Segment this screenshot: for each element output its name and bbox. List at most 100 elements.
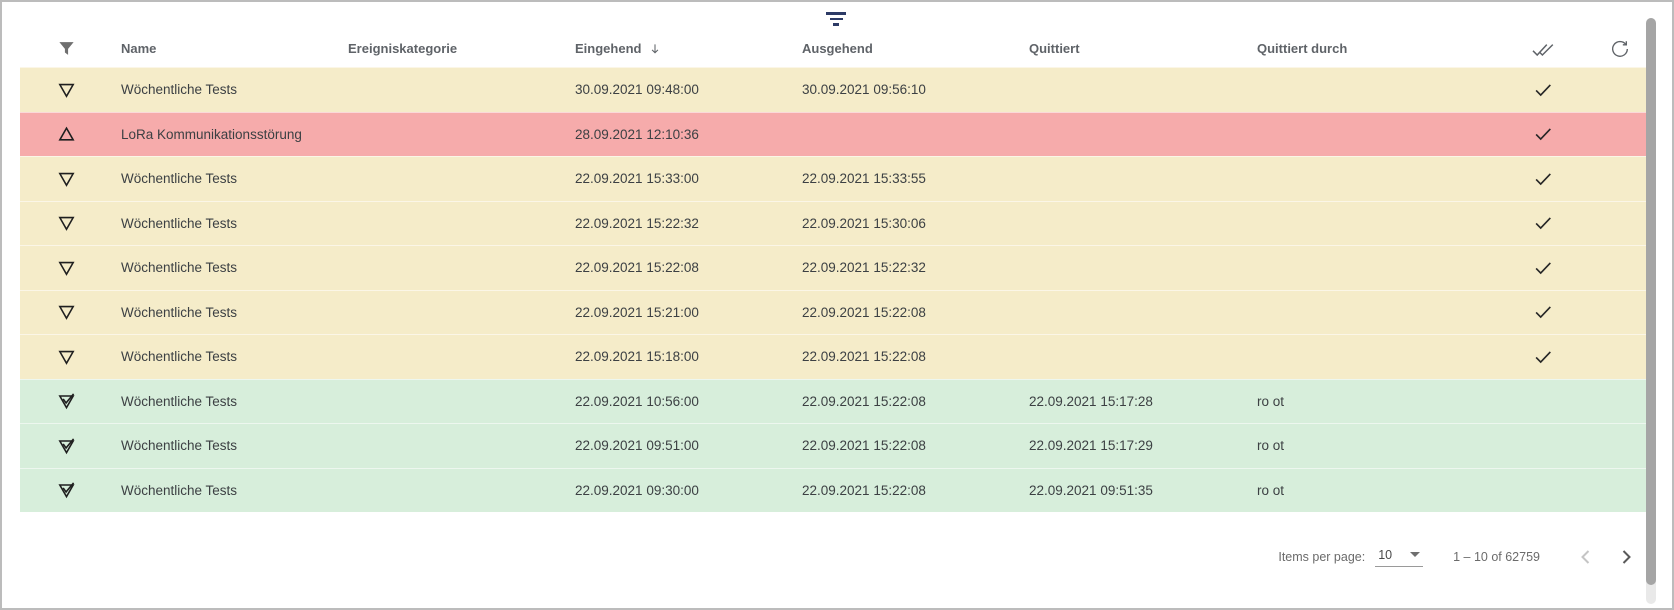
- acknowledge-check-icon[interactable]: [1532, 257, 1554, 279]
- header-filter-cell: [20, 39, 112, 58]
- cell-incoming: 22.09.2021 09:30:00: [566, 483, 793, 498]
- cell-outgoing: 22.09.2021 15:22:08: [793, 305, 1020, 320]
- ack-action-cell: [1498, 346, 1588, 368]
- cell-outgoing: 22.09.2021 15:22:08: [793, 349, 1020, 364]
- table-header: Name Ereigniskategorie Eingehend Ausgehe…: [20, 30, 1654, 67]
- table-row[interactable]: Wöchentliche Tests 30.09.2021 09:48:00 3…: [20, 67, 1654, 112]
- column-header-ausgehend[interactable]: Ausgehend: [793, 41, 1020, 56]
- alarm-table-page: Name Ereigniskategorie Eingehend Ausgehe…: [0, 0, 1674, 610]
- filter-list-bar: [833, 23, 839, 26]
- state-cell: [20, 391, 112, 411]
- chevron-down-icon: [1410, 552, 1420, 557]
- chevron-left-icon: [1574, 545, 1598, 569]
- cell-incoming: 28.09.2021 12:10:36: [566, 127, 793, 142]
- triangle-down-check-icon: [56, 436, 77, 456]
- triangle-down-check-icon: [56, 480, 77, 500]
- cell-name: Wöchentliche Tests: [112, 438, 339, 453]
- cell-incoming: 22.09.2021 15:22:08: [566, 260, 793, 275]
- acknowledge-check-icon[interactable]: [1532, 346, 1554, 368]
- table-row[interactable]: Wöchentliche Tests 22.09.2021 15:33:00 2…: [20, 156, 1654, 201]
- cell-incoming: 22.09.2021 09:51:00: [566, 438, 793, 453]
- triangle-down-icon: [56, 213, 77, 233]
- cell-acknowledged-by: ro ot: [1248, 483, 1498, 498]
- triangle-down-icon: [56, 302, 77, 322]
- table-row[interactable]: Wöchentliche Tests 22.09.2021 10:56:00 2…: [20, 379, 1654, 424]
- cell-acknowledged-by: ro ot: [1248, 438, 1498, 453]
- filter-funnel-icon[interactable]: [57, 39, 76, 58]
- acknowledge-check-icon[interactable]: [1532, 123, 1554, 145]
- previous-page-button[interactable]: [1566, 537, 1606, 577]
- cell-incoming: 22.09.2021 15:21:00: [566, 305, 793, 320]
- cell-incoming: 30.09.2021 09:48:00: [566, 82, 793, 97]
- state-cell: [20, 436, 112, 456]
- refresh-icon[interactable]: [1609, 38, 1631, 60]
- acknowledge-check-icon[interactable]: [1532, 168, 1554, 190]
- state-cell: [20, 124, 112, 144]
- cell-outgoing: 22.09.2021 15:22:08: [793, 394, 1020, 409]
- ack-action-cell: [1498, 257, 1588, 279]
- triangle-up-icon: [56, 124, 77, 144]
- triangle-down-icon: [56, 347, 77, 367]
- cell-name: LoRa Kommunikationsstörung: [112, 127, 339, 142]
- table-row[interactable]: Wöchentliche Tests 22.09.2021 15:18:00 2…: [20, 334, 1654, 379]
- triangle-down-icon: [56, 169, 77, 189]
- table-row[interactable]: Wöchentliche Tests 22.09.2021 09:51:00 2…: [20, 423, 1654, 468]
- done-all-icon[interactable]: [1531, 37, 1555, 61]
- cell-acknowledged-by: ro ot: [1248, 394, 1498, 409]
- state-cell: [20, 169, 112, 189]
- state-cell: [20, 213, 112, 233]
- table-row[interactable]: Wöchentliche Tests 22.09.2021 15:22:32 2…: [20, 201, 1654, 246]
- sort-descending-arrow-icon: [648, 42, 662, 56]
- table-row[interactable]: Wöchentliche Tests 22.09.2021 09:30:00 2…: [20, 468, 1654, 513]
- column-header-ereigniskategorie[interactable]: Ereigniskategorie: [339, 41, 566, 56]
- triangle-down-icon: [56, 80, 77, 100]
- page-size-value: 10: [1378, 548, 1392, 562]
- page-size-select[interactable]: 10: [1375, 548, 1423, 567]
- cell-acknowledged: 22.09.2021 15:17:28: [1020, 394, 1248, 409]
- cell-outgoing: 30.09.2021 09:56:10: [793, 82, 1020, 97]
- cell-name: Wöchentliche Tests: [112, 394, 339, 409]
- cell-name: Wöchentliche Tests: [112, 171, 339, 186]
- cell-acknowledged: 22.09.2021 09:51:35: [1020, 483, 1248, 498]
- column-header-quittiert[interactable]: Quittiert: [1020, 41, 1248, 56]
- state-cell: [20, 302, 112, 322]
- cell-outgoing: 22.09.2021 15:30:06: [793, 216, 1020, 231]
- cell-name: Wöchentliche Tests: [112, 349, 339, 364]
- cell-incoming: 22.09.2021 15:18:00: [566, 349, 793, 364]
- column-header-quittiert-durch[interactable]: Quittiert durch: [1248, 41, 1498, 56]
- header-ack-all-cell: [1498, 37, 1588, 61]
- triangle-down-check-icon: [56, 391, 77, 411]
- state-cell: [20, 480, 112, 500]
- state-cell: [20, 258, 112, 278]
- acknowledge-check-icon[interactable]: [1532, 301, 1554, 323]
- cell-incoming: 22.09.2021 15:33:00: [566, 171, 793, 186]
- ack-action-cell: [1498, 301, 1588, 323]
- paginator: Items per page: 10 1 – 10 of 62759: [1278, 537, 1646, 577]
- column-header-eingehend-label: Eingehend: [575, 41, 641, 56]
- table-row[interactable]: Wöchentliche Tests 22.09.2021 15:22:08 2…: [20, 245, 1654, 290]
- triangle-down-icon: [56, 258, 77, 278]
- cell-outgoing: 22.09.2021 15:22:32: [793, 260, 1020, 275]
- cell-incoming: 22.09.2021 10:56:00: [566, 394, 793, 409]
- next-page-button[interactable]: [1606, 537, 1646, 577]
- acknowledge-check-icon[interactable]: [1532, 79, 1554, 101]
- acknowledge-check-icon[interactable]: [1532, 212, 1554, 234]
- ack-action-cell: [1498, 123, 1588, 145]
- scrollbar-thumb[interactable]: [1646, 18, 1656, 585]
- ack-action-cell: [1498, 168, 1588, 190]
- column-header-name[interactable]: Name: [112, 41, 339, 56]
- cell-name: Wöchentliche Tests: [112, 82, 339, 97]
- cell-acknowledged: 22.09.2021 15:17:29: [1020, 438, 1248, 453]
- cell-name: Wöchentliche Tests: [112, 483, 339, 498]
- filter-list-bar: [826, 12, 846, 15]
- alarm-table: Name Ereigniskategorie Eingehend Ausgehe…: [20, 30, 1654, 512]
- column-header-eingehend[interactable]: Eingehend: [566, 41, 793, 56]
- filter-list-bar: [830, 18, 843, 21]
- filter-list-icon[interactable]: [822, 8, 850, 30]
- cell-name: Wöchentliche Tests: [112, 260, 339, 275]
- cell-name: Wöchentliche Tests: [112, 305, 339, 320]
- cell-outgoing: 22.09.2021 15:22:08: [793, 483, 1020, 498]
- table-row[interactable]: Wöchentliche Tests 22.09.2021 15:21:00 2…: [20, 290, 1654, 335]
- cell-name: Wöchentliche Tests: [112, 216, 339, 231]
- table-row[interactable]: LoRa Kommunikationsstörung 28.09.2021 12…: [20, 112, 1654, 157]
